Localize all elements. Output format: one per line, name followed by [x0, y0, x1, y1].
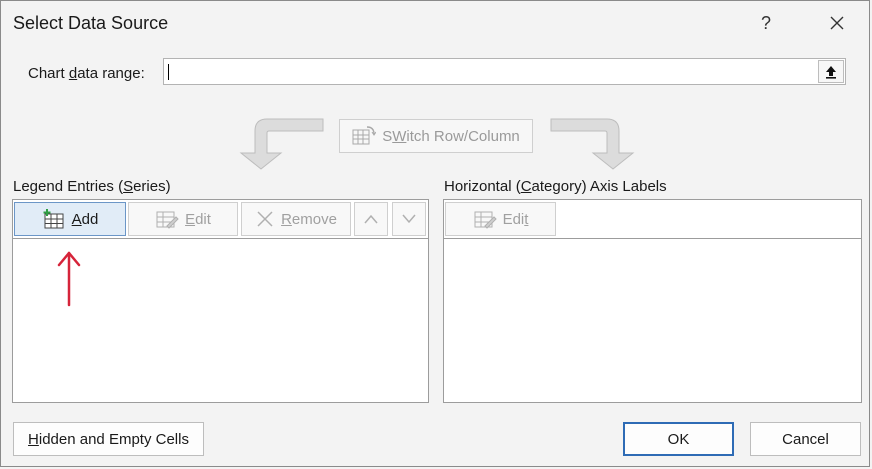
legend-entries-label: Legend Entries (Series) — [13, 178, 171, 195]
collapse-dialog-button[interactable] — [818, 60, 844, 83]
select-data-source-dialog: Select Data Source ? Chart data range: S… — [0, 0, 870, 467]
axis-labels-list[interactable] — [444, 239, 861, 402]
legend-toolbar: Add Edit Remove — [13, 200, 428, 239]
axis-labels-panel: Edit — [443, 199, 862, 403]
ok-button[interactable]: OK — [623, 422, 734, 456]
table-add-icon — [43, 209, 64, 229]
switch-row-column-label: SWitch Row/Column — [382, 127, 520, 145]
chart-data-range-label: Chart data range: — [28, 65, 145, 82]
close-button[interactable] — [817, 7, 857, 39]
chevron-down-icon — [402, 214, 416, 224]
hidden-empty-cells-label: Hidden and Empty Cells — [28, 430, 189, 448]
axis-labels-label: Horizontal (Category) Axis Labels — [444, 178, 667, 195]
cancel-label: Cancel — [782, 430, 829, 448]
ok-label: OK — [667, 430, 690, 448]
help-icon: ? — [760, 12, 771, 33]
add-series-button[interactable]: Add — [14, 202, 126, 236]
remove-series-button[interactable]: Remove — [241, 202, 351, 236]
move-up-button[interactable] — [354, 202, 388, 236]
remove-series-label: Remove — [281, 210, 337, 228]
edit-axis-labels-label: Edit — [502, 210, 529, 228]
move-down-button[interactable] — [392, 202, 426, 236]
switch-left-arrow-decoration — [239, 118, 324, 170]
help-button[interactable]: ? — [746, 7, 786, 39]
chart-data-range-input[interactable] — [163, 58, 846, 85]
edit-axis-labels-button[interactable]: Edit — [445, 202, 556, 236]
chevron-up-icon — [364, 214, 378, 224]
axis-toolbar: Edit — [444, 200, 861, 239]
table-edit-icon — [156, 211, 179, 229]
switch-right-arrow-decoration — [550, 118, 635, 170]
collapse-dialog-icon — [826, 65, 836, 79]
add-series-label: Add — [71, 210, 99, 228]
cancel-button[interactable]: Cancel — [750, 422, 861, 456]
switch-row-column-icon — [352, 126, 377, 145]
close-icon — [830, 16, 844, 30]
switch-row-column-button[interactable]: SWitch Row/Column — [339, 119, 533, 153]
table-edit-icon — [474, 211, 497, 229]
edit-series-label: Edit — [185, 210, 211, 228]
dialog-title: Select Data Source — [13, 13, 169, 33]
hidden-empty-cells-button[interactable]: Hidden and Empty Cells — [13, 422, 204, 456]
annotation-arrow — [57, 251, 81, 307]
remove-x-icon — [257, 211, 273, 227]
edit-series-button[interactable]: Edit — [128, 202, 238, 236]
text-caret — [168, 64, 169, 80]
